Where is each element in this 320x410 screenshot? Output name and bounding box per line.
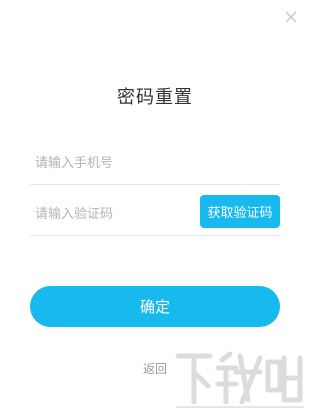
close-icon xyxy=(285,11,297,23)
close-button[interactable] xyxy=(283,9,299,25)
get-code-button[interactable]: 获取验证码 xyxy=(200,195,280,228)
confirm-button[interactable]: 确定 xyxy=(30,286,280,327)
verification-code-input[interactable] xyxy=(35,204,195,224)
phone-input[interactable] xyxy=(35,153,275,173)
dialog-title: 密码重置 xyxy=(117,87,193,108)
phone-field xyxy=(30,140,280,185)
back-link[interactable]: 返回 xyxy=(0,360,310,377)
password-reset-dialog: 密码重置 获取验证码 确定 返回 xyxy=(0,0,310,410)
site-watermark-logo xyxy=(170,350,310,410)
verification-code-field: 获取验证码 xyxy=(30,192,280,236)
